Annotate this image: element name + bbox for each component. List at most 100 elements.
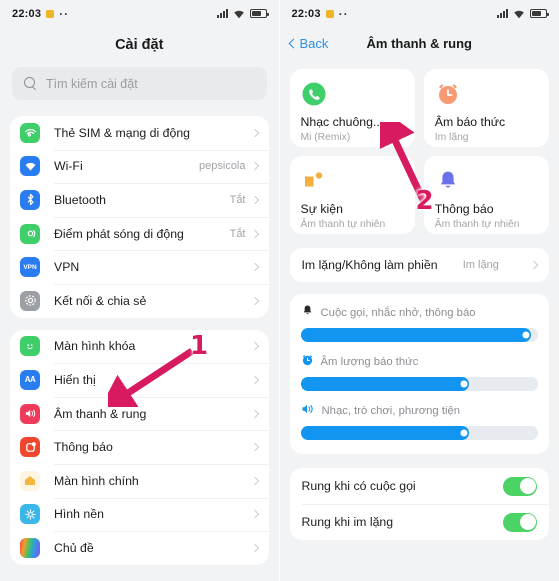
annotation-number-1: 1 bbox=[190, 331, 209, 361]
app-indicator-icon bbox=[46, 9, 55, 18]
back-label: Back bbox=[299, 35, 329, 51]
settings-row-sim[interactable]: Thẻ SIM & mạng di động bbox=[10, 116, 269, 150]
settings-row-sound-vibration[interactable]: Âm thanh & rung bbox=[10, 396, 269, 431]
settings-row-home-screen[interactable]: Màn hình chính bbox=[10, 463, 269, 498]
card-title: Âm báo thức bbox=[434, 115, 506, 129]
slider-header: Cuộc gọi, nhắc nhở, thông báo bbox=[301, 305, 539, 321]
chevron-right-icon bbox=[250, 195, 259, 205]
card-event[interactable]: Sự kiện Âm thanh tự nhiên bbox=[289, 156, 415, 234]
card-notification-sound[interactable]: Thông báo Âm thanh tự nhiên bbox=[423, 156, 549, 234]
sound-vibration-icon bbox=[20, 403, 40, 424]
settings-row-label: Âm thanh & rung bbox=[54, 406, 147, 421]
card-subtitle: Âm thanh tự nhiên bbox=[434, 219, 520, 230]
settings-row-label: VPN bbox=[54, 260, 80, 275]
slider-media: Nhạc, trò chơi, phương tiện bbox=[300, 403, 539, 440]
dnd-value: Im lặng bbox=[462, 259, 499, 271]
card-alarm-sound[interactable]: Âm báo thức Im lặng bbox=[423, 69, 549, 147]
wallpaper-icon bbox=[20, 504, 40, 525]
slider-track[interactable] bbox=[300, 377, 538, 391]
slider-label: Âm lượng báo thức bbox=[320, 356, 419, 368]
page-title: Cài đặt bbox=[115, 37, 164, 53]
bell-icon bbox=[301, 304, 314, 322]
search-input[interactable]: Tìm kiếm cài đặt bbox=[12, 67, 267, 100]
settings-row-notification[interactable]: Thông báo bbox=[10, 430, 269, 464]
chevron-right-icon bbox=[529, 260, 539, 270]
chevron-right-icon bbox=[250, 409, 259, 418]
chevron-right-icon bbox=[250, 375, 259, 385]
chevron-right-icon bbox=[250, 476, 259, 485]
settings-row-hotspot[interactable]: Điểm phát sóng di động Tắt bbox=[10, 216, 269, 251]
settings-row-label: Thông báo bbox=[54, 440, 113, 455]
event-icon bbox=[301, 167, 404, 195]
back-button[interactable]: Back bbox=[288, 35, 329, 51]
slider-label: Cuộc gọi, nhắc nhở, thông báo bbox=[320, 307, 476, 319]
toggle-row-vibrate-on-silent[interactable]: Rung khi im lặng bbox=[290, 504, 550, 540]
slider-track[interactable] bbox=[300, 328, 538, 342]
slider-knob bbox=[460, 380, 468, 388]
alarm-icon bbox=[301, 353, 314, 371]
status-bar-right-group bbox=[497, 9, 549, 19]
bell-notification-icon bbox=[435, 167, 538, 195]
settings-row-label: Chủ đề bbox=[54, 540, 94, 555]
search-placeholder: Tìm kiếm cài đặt bbox=[46, 76, 138, 91]
settings-row-value: Tắt bbox=[229, 193, 246, 206]
connection-share-icon bbox=[20, 290, 40, 311]
alarm-clock-icon bbox=[435, 80, 538, 108]
card-subtitle: Mi (Remix) bbox=[300, 132, 351, 143]
toggle-label: Rung khi có cuộc gọi bbox=[301, 479, 416, 493]
hotspot-icon bbox=[20, 223, 40, 244]
chevron-right-icon bbox=[250, 128, 259, 138]
chevron-left-icon bbox=[288, 38, 298, 48]
battery-icon bbox=[530, 9, 549, 18]
toggle-switch[interactable] bbox=[503, 512, 537, 532]
settings-row-label: Hiển thị bbox=[54, 372, 96, 387]
vpn-icon: VPN bbox=[20, 257, 40, 278]
settings-row-wallpaper[interactable]: Hình nền bbox=[10, 497, 269, 532]
sound-vibration-screen: 22:03 ·· Back Âm thanh & rung Nhạc chuôn… bbox=[279, 0, 559, 581]
chevron-right-icon bbox=[250, 296, 259, 306]
more-dots-icon: ·· bbox=[338, 6, 349, 21]
vibration-toggles-group: Rung khi có cuộc gọi Rung khi im lặng bbox=[289, 468, 550, 540]
slider-track[interactable] bbox=[300, 426, 538, 440]
slider-header: Nhạc, trò chơi, phương tiện bbox=[301, 403, 539, 419]
settings-row-connection-share[interactable]: Kết nối & chia sẻ bbox=[10, 283, 269, 318]
clock: 22:03 bbox=[291, 7, 321, 20]
toggle-row-vibrate-on-call[interactable]: Rung khi có cuộc gọi bbox=[290, 468, 550, 504]
settings-row-label: Kết nối & chia sẻ bbox=[54, 293, 147, 308]
settings-row-label: Màn hình chính bbox=[54, 473, 139, 488]
speaker-icon bbox=[301, 402, 315, 420]
display-icon: AA bbox=[20, 369, 40, 390]
theme-icon bbox=[20, 537, 40, 558]
settings-row-label: Màn hình khóa bbox=[54, 339, 136, 354]
status-bar-right-group bbox=[216, 9, 269, 19]
slider-knob bbox=[522, 331, 530, 339]
lock-screen-icon bbox=[20, 336, 40, 357]
nav-bar: Back Âm thanh & rung bbox=[280, 27, 559, 59]
signal-icon bbox=[216, 9, 228, 18]
chevron-right-icon bbox=[250, 229, 259, 238]
chevron-right-icon bbox=[250, 162, 259, 171]
slider-header: Âm lượng báo thức bbox=[301, 354, 539, 370]
bluetooth-icon bbox=[20, 189, 40, 210]
settings-row-label: Bluetooth bbox=[54, 192, 106, 207]
dnd-row[interactable]: Im lặng/Không làm phiền Im lặng bbox=[290, 248, 550, 282]
slider-knob bbox=[460, 429, 468, 437]
slider-fill bbox=[300, 426, 470, 440]
settings-row-theme[interactable]: Chủ đề bbox=[10, 531, 269, 565]
dual-screenshot-container: 22:03 ·· Cài đặt Tìm kiếm cài đặt Thẻ SI… bbox=[0, 0, 559, 581]
card-title: Nhạc chuông... bbox=[300, 115, 384, 129]
settings-row-display[interactable]: AA Hiển thị bbox=[10, 363, 269, 397]
settings-screen: 22:03 ·· Cài đặt Tìm kiếm cài đặt Thẻ SI… bbox=[0, 0, 280, 581]
settings-row-wifi[interactable]: Wi-Fi pepsicola bbox=[10, 149, 269, 184]
settings-row-bluetooth[interactable]: Bluetooth Tắt bbox=[10, 183, 269, 217]
status-bar-left-group: 22:03 ·· bbox=[292, 8, 349, 20]
settings-row-vpn[interactable]: VPN VPN bbox=[10, 250, 269, 284]
toggle-switch[interactable] bbox=[503, 476, 537, 496]
chevron-right-icon bbox=[250, 442, 259, 452]
sim-network-icon bbox=[20, 122, 40, 143]
card-ringtone[interactable]: Nhạc chuông... Mi (Remix) bbox=[289, 69, 415, 147]
status-bar-left: 22:03 ·· bbox=[0, 0, 279, 27]
settings-row-label: Điểm phát sóng di động bbox=[54, 226, 184, 241]
wifi-icon bbox=[20, 156, 40, 177]
settings-row-lock-screen[interactable]: Màn hình khóa bbox=[10, 330, 269, 364]
